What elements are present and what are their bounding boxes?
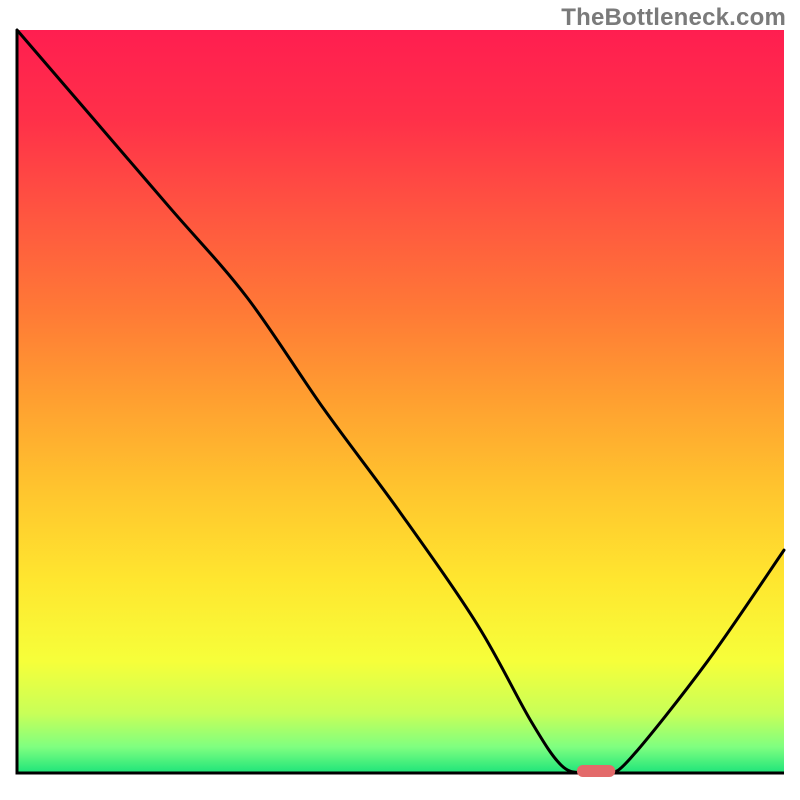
optimum-marker [577,765,615,777]
bottleneck-chart [0,0,800,800]
chart-background [17,30,784,773]
